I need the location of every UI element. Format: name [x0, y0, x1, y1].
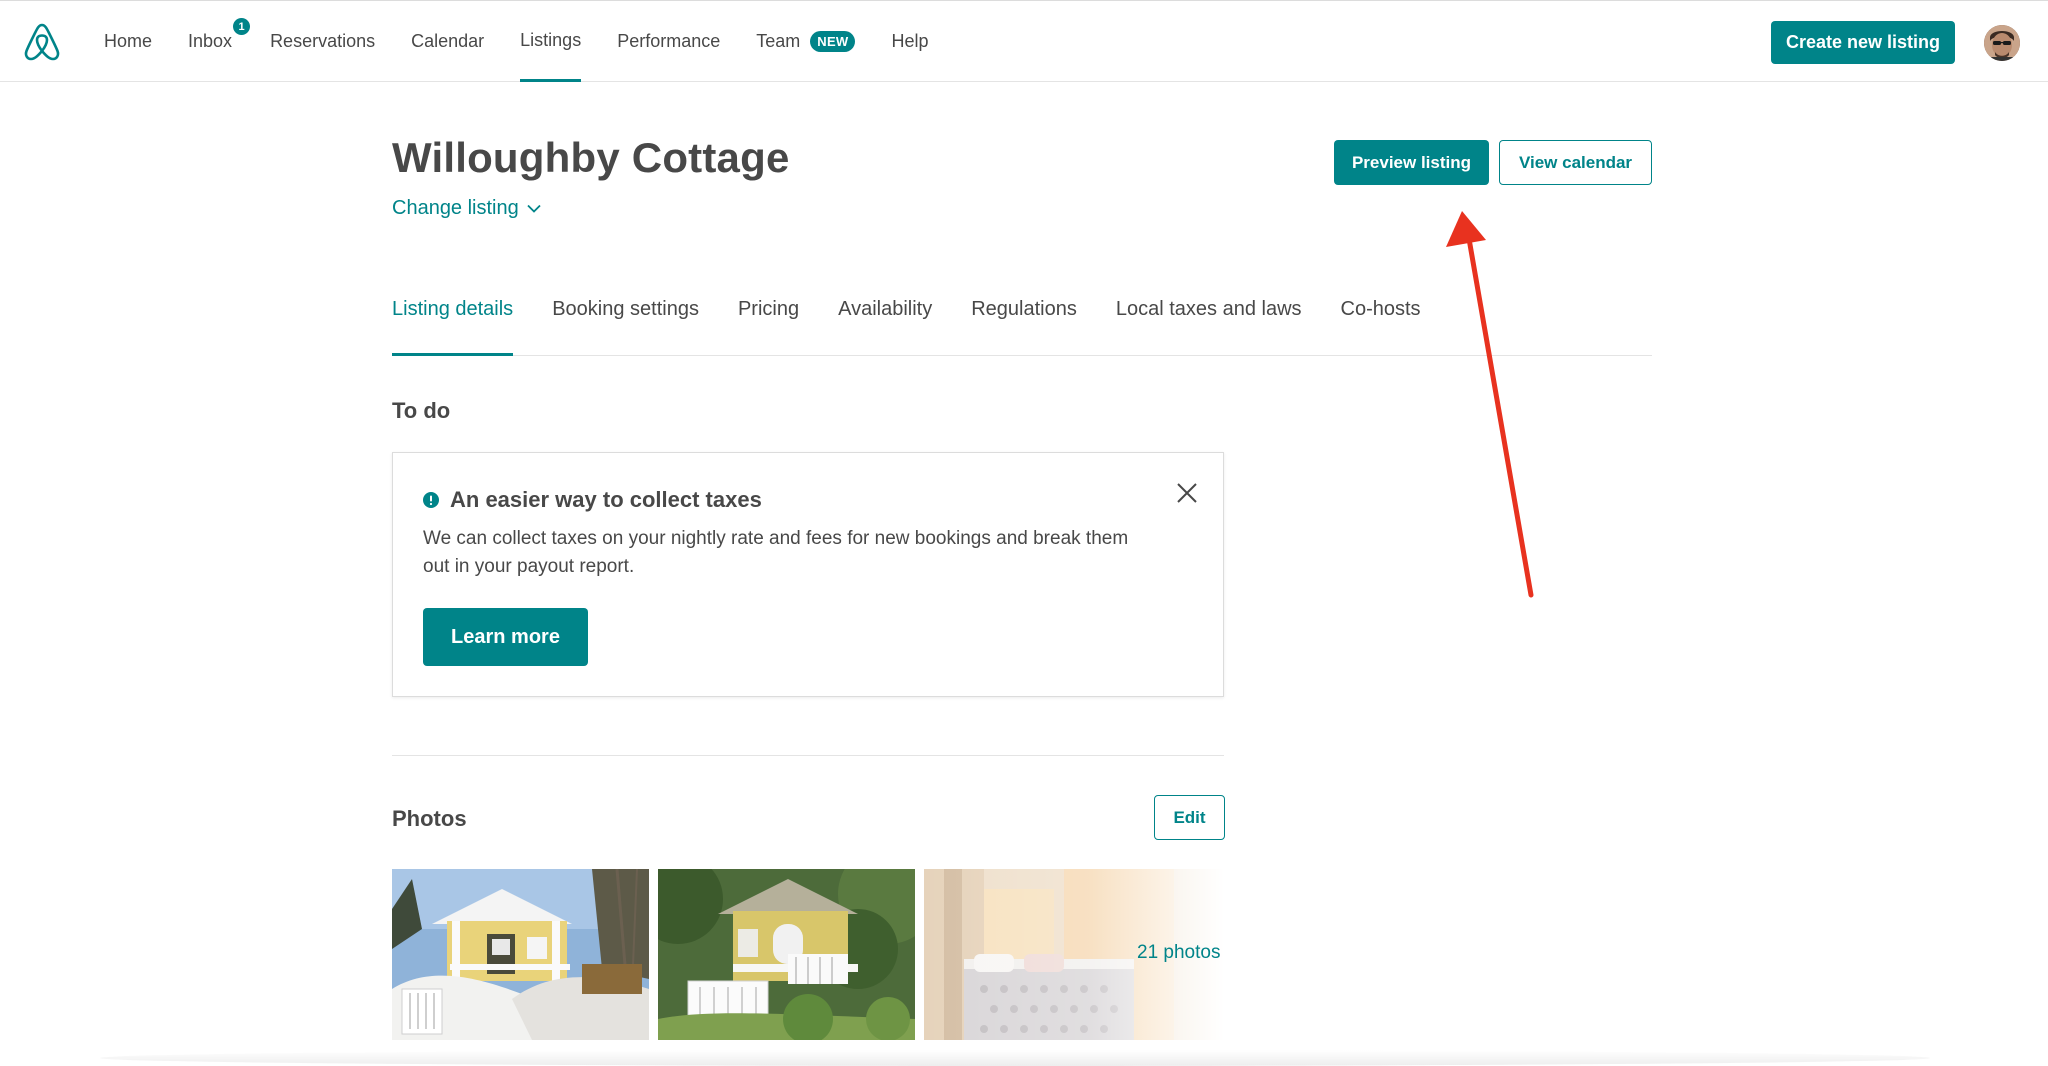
nav-item-calendar[interactable]: Calendar	[411, 1, 484, 82]
nav-item-label: Reservations	[270, 31, 376, 51]
top-navigation: Home Inbox 1 Reservations Calendar Listi…	[0, 0, 2048, 82]
nav-item-label: Calendar	[411, 31, 485, 51]
alert-icon	[423, 492, 439, 508]
cottage-exterior-summer-photo-icon	[658, 869, 915, 1040]
todo-heading: To do	[392, 398, 451, 423]
nav-item-performance[interactable]: Performance	[617, 1, 720, 82]
tab-co-hosts[interactable]: Co-hosts	[1341, 290, 1421, 356]
bottom-shadow	[100, 1050, 1930, 1066]
notice-title-text: An easier way to collect taxes	[450, 487, 762, 512]
inbox-count-badge: 1	[233, 18, 251, 35]
edit-photos-button[interactable]: Edit	[1154, 795, 1225, 840]
listing-photo[interactable]	[658, 869, 915, 1040]
photos-heading: Photos	[392, 806, 467, 831]
user-avatar[interactable]	[1984, 25, 2020, 61]
preview-listing-button[interactable]: Preview listing	[1334, 140, 1489, 185]
nav-item-listings[interactable]: Listings	[520, 1, 582, 82]
chevron-down-icon	[527, 204, 541, 213]
nav-item-label: Team	[756, 31, 801, 51]
nav-item-label: Inbox	[188, 31, 233, 51]
annotation-arrow-icon	[1446, 211, 1534, 598]
learn-more-button[interactable]: Learn more	[423, 608, 588, 666]
nav-item-label: Listings	[520, 29, 582, 50]
listing-title: Willoughby Cottage	[392, 134, 790, 181]
cottage-exterior-winter-photo-icon	[392, 869, 649, 1040]
tab-listing-details[interactable]: Listing details	[392, 290, 514, 356]
photo-count-link[interactable]: 21 photos	[1137, 942, 1220, 964]
close-icon[interactable]	[1173, 479, 1201, 507]
nav-item-team[interactable]: Team NEW	[756, 1, 856, 82]
nav-item-inbox[interactable]: Inbox 1	[188, 1, 251, 82]
change-listing-label: Change listing	[392, 197, 519, 219]
tab-availability[interactable]: Availability	[838, 290, 932, 356]
nav-item-label: Performance	[617, 31, 721, 51]
listing-tabs: Listing details Booking settings Pricing…	[392, 290, 1652, 356]
nav-item-help[interactable]: Help	[891, 1, 928, 82]
nav-item-home[interactable]: Home	[104, 1, 152, 82]
airbnb-logo-icon[interactable]	[22, 21, 62, 63]
change-listing-dropdown[interactable]: Change listing	[392, 197, 541, 220]
nav-item-label: Home	[104, 31, 153, 51]
nav-item-reservations[interactable]: Reservations	[270, 1, 375, 82]
new-badge: NEW	[810, 31, 856, 52]
notice-body: We can collect taxes on your nightly rat…	[423, 528, 1129, 577]
tab-pricing[interactable]: Pricing	[738, 290, 799, 356]
section-divider	[392, 755, 1224, 756]
avatar-photo-icon	[1984, 25, 2020, 61]
view-calendar-button[interactable]: View calendar	[1499, 140, 1652, 185]
listing-photo[interactable]	[392, 869, 649, 1040]
nav-menu: Home Inbox 1 Reservations Calendar Listi…	[104, 1, 965, 82]
tab-local-taxes-and-laws[interactable]: Local taxes and laws	[1116, 290, 1302, 356]
tab-regulations[interactable]: Regulations	[971, 290, 1077, 356]
create-new-listing-button[interactable]: Create new listing	[1771, 21, 1955, 64]
notice-title: An easier way to collect taxes	[423, 487, 762, 513]
nav-item-label: Help	[891, 31, 929, 51]
tab-booking-settings[interactable]: Booking settings	[552, 290, 699, 356]
taxes-notice-card: An easier way to collect taxes We can co…	[392, 452, 1224, 697]
